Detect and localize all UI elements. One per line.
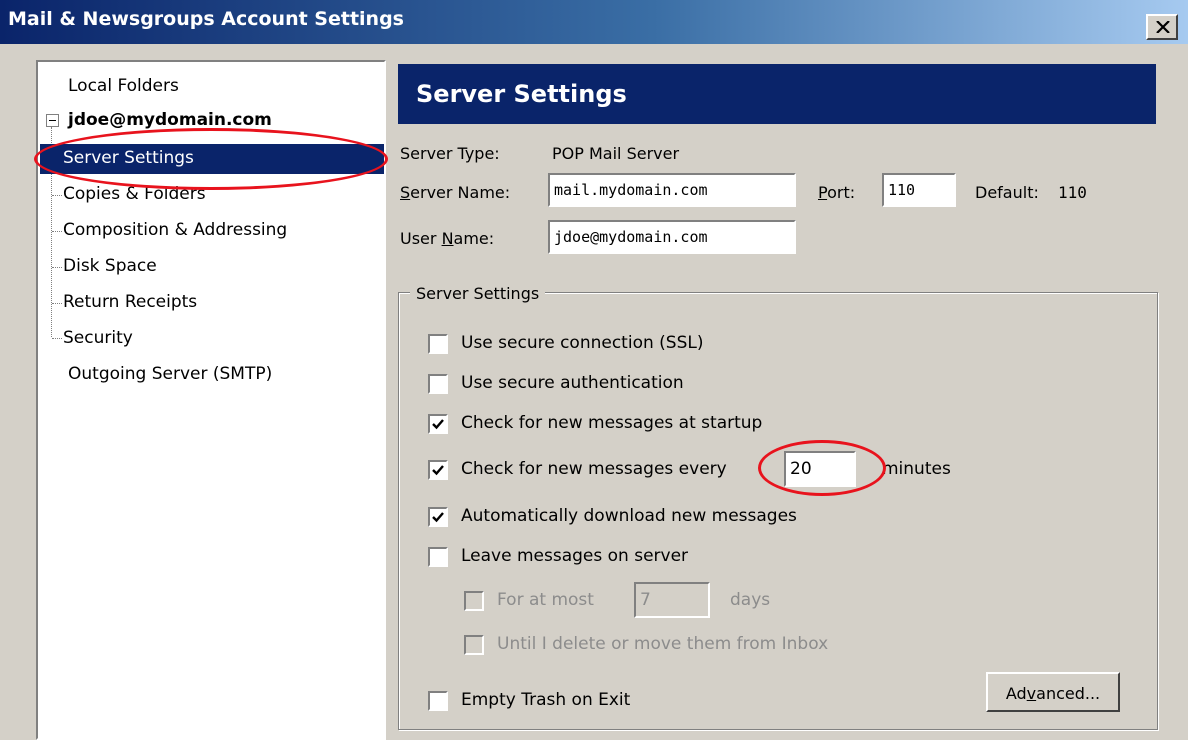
for-at-most-checkbox[interactable] bbox=[464, 591, 484, 611]
account-tree[interactable]: Local Folders jdoe@mydomain.com Server S… bbox=[36, 60, 386, 740]
ssl-label: Use secure connection (SSL) bbox=[461, 333, 704, 353]
check-startup-label: Check for new messages at startup bbox=[461, 413, 763, 433]
secure-auth-checkbox[interactable] bbox=[428, 374, 448, 394]
tree-item-outgoing-server[interactable]: Outgoing Server (SMTP) bbox=[68, 364, 272, 384]
for-at-most-label: For at most bbox=[497, 590, 594, 610]
tree-connector bbox=[52, 303, 62, 304]
server-type-label: Server Type: bbox=[400, 144, 500, 163]
server-name-label: Server Name: bbox=[400, 183, 511, 202]
close-icon bbox=[1156, 21, 1170, 33]
auto-download-label: Automatically download new messages bbox=[461, 506, 797, 526]
tree-item-account[interactable]: jdoe@mydomain.com bbox=[68, 110, 272, 130]
until-delete-checkbox[interactable] bbox=[464, 635, 484, 655]
checkmark-icon bbox=[432, 465, 444, 476]
title-bar: Mail & Newsgroups Account Settings bbox=[0, 0, 1188, 44]
tree-connector bbox=[52, 195, 62, 196]
server-type-value: POP Mail Server bbox=[552, 144, 680, 163]
tree-item-disk-space[interactable]: Disk Space bbox=[63, 256, 157, 276]
port-field[interactable]: 110 bbox=[882, 173, 956, 207]
port-label: Port: bbox=[818, 183, 856, 202]
advanced-button[interactable]: Advanced... bbox=[986, 672, 1120, 712]
tree-connector bbox=[52, 231, 62, 232]
page-title: Server Settings bbox=[416, 80, 627, 108]
secure-auth-label: Use secure authentication bbox=[461, 373, 684, 393]
empty-trash-checkbox[interactable] bbox=[428, 691, 448, 711]
ssl-checkbox[interactable] bbox=[428, 334, 448, 354]
empty-trash-label: Empty Trash on Exit bbox=[461, 690, 631, 710]
panel-header: Server Settings bbox=[398, 64, 1156, 124]
days-field[interactable]: 7 bbox=[634, 582, 710, 618]
close-button[interactable] bbox=[1146, 14, 1178, 40]
check-interval-field[interactable]: 20 bbox=[784, 451, 856, 487]
window-title: Mail & Newsgroups Account Settings bbox=[8, 8, 404, 30]
tree-item-return-receipts[interactable]: Return Receipts bbox=[63, 292, 197, 312]
collapse-icon[interactable] bbox=[46, 114, 59, 127]
tree-item-copies-folders[interactable]: Copies & Folders bbox=[63, 184, 206, 204]
check-startup-checkbox[interactable] bbox=[428, 414, 448, 434]
tree-item-server-settings[interactable]: Server Settings bbox=[63, 148, 194, 168]
tree-item-local-folders[interactable]: Local Folders bbox=[68, 76, 179, 96]
checkmark-icon bbox=[432, 512, 444, 523]
tree-connector bbox=[52, 267, 62, 268]
checkmark-icon bbox=[432, 419, 444, 430]
auto-download-checkbox[interactable] bbox=[428, 507, 448, 527]
user-name-field[interactable]: jdoe@mydomain.com bbox=[548, 220, 796, 254]
server-name-field[interactable]: mail.mydomain.com bbox=[548, 173, 796, 207]
check-every-checkbox[interactable] bbox=[428, 460, 448, 480]
default-port-value: 110 bbox=[1058, 183, 1087, 202]
until-delete-label: Until I delete or move them from Inbox bbox=[497, 634, 829, 654]
leave-on-server-checkbox[interactable] bbox=[428, 547, 448, 567]
tree-item-security[interactable]: Security bbox=[63, 328, 133, 348]
user-name-label: User Name: bbox=[400, 229, 495, 248]
account-settings-dialog: Mail & Newsgroups Account Settings Local… bbox=[0, 0, 1188, 740]
check-every-label: Check for new messages every bbox=[461, 459, 727, 479]
leave-on-server-label: Leave messages on server bbox=[461, 546, 689, 566]
default-port-label: Default: bbox=[975, 183, 1039, 202]
tree-connector bbox=[52, 338, 62, 339]
tree-item-composition-addressing[interactable]: Composition & Addressing bbox=[63, 220, 287, 240]
days-label: days bbox=[730, 590, 771, 610]
minutes-label: minutes bbox=[882, 459, 951, 479]
group-legend: Server Settings bbox=[410, 284, 546, 303]
